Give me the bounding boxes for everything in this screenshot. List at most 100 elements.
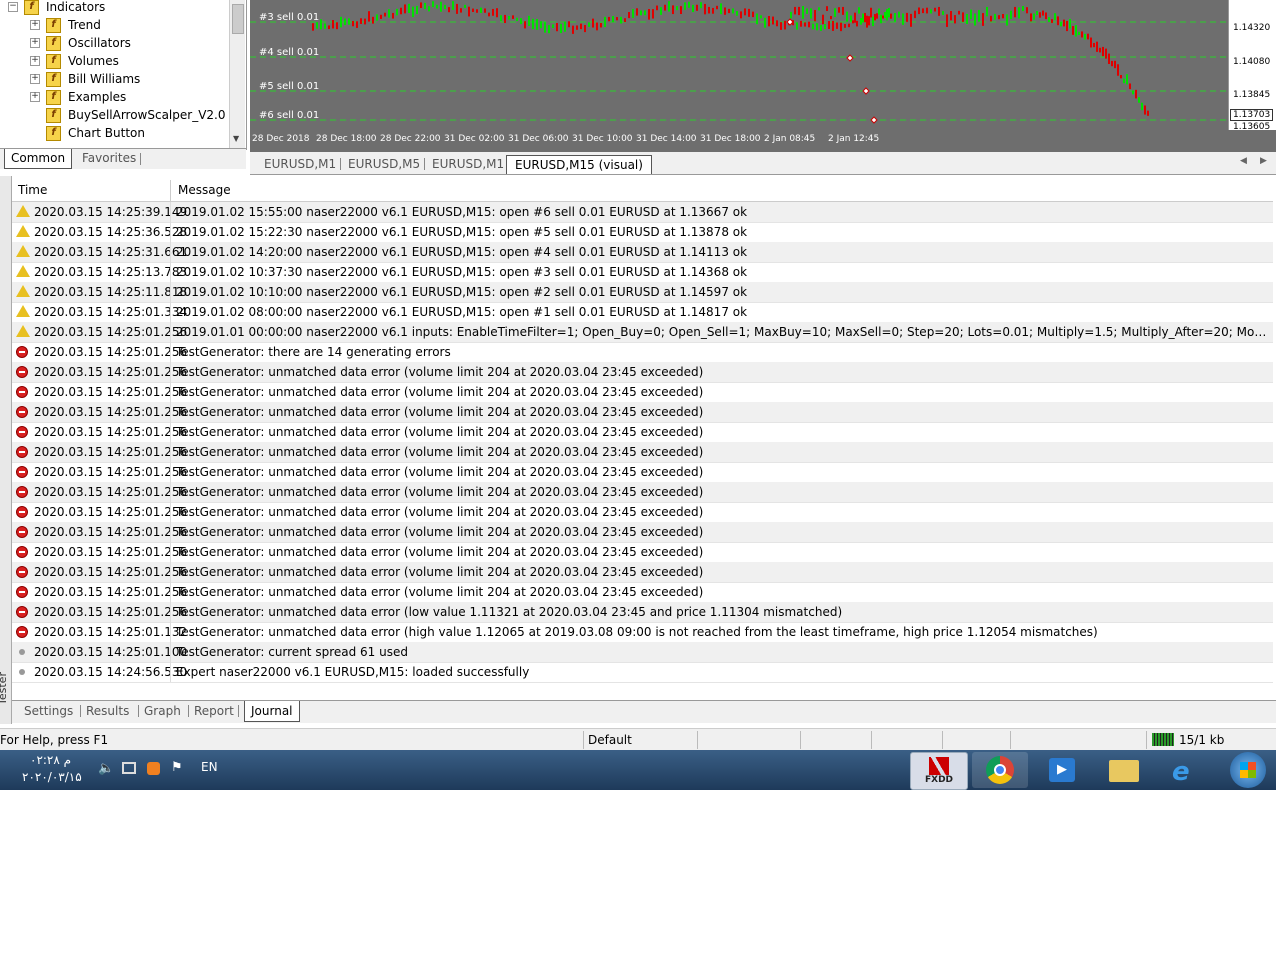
- journal-row[interactable]: 2020.03.15 14:25:01.256 TestGenerator: un…: [12, 542, 1273, 563]
- journal-row[interactable]: 2020.03.15 14:25:39.149 2019.01.02 15:55:…: [12, 202, 1273, 223]
- column-header-message[interactable]: Message: [178, 180, 231, 201]
- expand-plus-icon[interactable]: +: [30, 92, 40, 102]
- tab-favorites[interactable]: Favorites: [76, 149, 142, 168]
- chart-tab[interactable]: EURUSD,M5: [348, 155, 420, 173]
- candle: [632, 9, 634, 18]
- journal-row[interactable]: 2020.03.15 14:25:01.256 TestGenerator: un…: [12, 502, 1273, 523]
- taskbar-media-player-button[interactable]: ▶: [1034, 752, 1090, 788]
- candle: [648, 9, 650, 20]
- journal-row[interactable]: 2020.03.15 14:25:01.256 TestGenerator: un…: [12, 422, 1273, 443]
- language-indicator[interactable]: EN: [201, 760, 218, 774]
- chart-tabs-scroll-right-icon[interactable]: ▶: [1260, 156, 1267, 166]
- journal-row[interactable]: 2020.03.15 14:25:01.256 TestGenerator: un…: [12, 482, 1273, 503]
- expand-plus-icon[interactable]: +: [30, 56, 40, 66]
- candle: [866, 15, 868, 28]
- journal-message: TestGenerator: unmatched data error (vol…: [176, 565, 704, 579]
- journal-row[interactable]: 2020.03.15 14:25:01.256 TestGenerator: un…: [12, 582, 1273, 603]
- chart-tabs-scroll-left-icon[interactable]: ◀: [1240, 156, 1247, 166]
- journal-row[interactable]: 2020.03.15 14:25:01.256 TestGenerator: un…: [12, 462, 1273, 483]
- journal-row[interactable]: 2020.03.15 14:25:01.256 TestGenerator: un…: [12, 382, 1273, 403]
- journal-row[interactable]: 2020.03.15 14:25:01.334 2019.01.02 08:00:…: [12, 302, 1273, 323]
- taskbar-explorer-button[interactable]: [1096, 752, 1152, 788]
- time-label: 2 Jan 12:45: [828, 134, 880, 144]
- chart-tab[interactable]: EURUSD,M1: [432, 155, 504, 173]
- volume-icon[interactable]: 🔈: [98, 761, 114, 776]
- column-divider: [170, 362, 171, 382]
- error-icon: [16, 506, 28, 518]
- candle: [644, 10, 646, 16]
- action-center-flag-icon[interactable]: ⚑: [171, 760, 183, 775]
- scroll-thumb[interactable]: [232, 4, 244, 34]
- candle: [838, 7, 840, 13]
- navigator-item[interactable]: − f Indicators: [0, 0, 228, 16]
- candle: [854, 12, 856, 23]
- journal-row[interactable]: 2020.03.15 14:25:01.256 TestGenerator: un…: [12, 362, 1273, 383]
- navigator-item[interactable]: f BuySellArrowScalper_V2.0: [0, 106, 228, 124]
- error-icon: [16, 606, 28, 618]
- taskbar-ie-button[interactable]: e: [1158, 752, 1214, 788]
- taskbar-fxdd-button[interactable]: FXDD: [910, 752, 968, 790]
- navigator-item[interactable]: f Chart Button: [0, 124, 228, 142]
- status-profile[interactable]: Default: [588, 729, 632, 751]
- journal-row[interactable]: 2020.03.15 14:24:56.530 Expert naser22000…: [12, 662, 1273, 683]
- journal-row[interactable]: 2020.03.15 14:25:01.100 TestGenerator: cu…: [12, 642, 1273, 663]
- scroll-down-arrow-icon[interactable]: ▼: [233, 134, 239, 143]
- tester-tab-results[interactable]: Results: [86, 701, 129, 721]
- candle: [1018, 7, 1020, 19]
- journal-row[interactable]: 2020.03.15 14:25:01.256 TestGenerator: th…: [12, 342, 1273, 363]
- start-button[interactable]: [1230, 752, 1266, 788]
- collapse-minus-icon[interactable]: −: [8, 2, 18, 12]
- journal-time: 2020.03.15 14:25:01.256: [34, 385, 188, 399]
- chart-tab[interactable]: EURUSD,M1: [264, 155, 336, 173]
- candle: [780, 22, 782, 30]
- journal-row[interactable]: 2020.03.15 14:25:01.132 TestGenerator: un…: [12, 622, 1273, 643]
- candle: [564, 21, 566, 32]
- candle: [884, 12, 886, 19]
- column-divider[interactable]: [170, 180, 171, 201]
- candle: [878, 8, 880, 15]
- navigator-item[interactable]: + f Trend: [0, 16, 228, 34]
- candle: [894, 13, 896, 22]
- candle: [388, 9, 390, 18]
- tester-tab-report[interactable]: Report: [194, 701, 234, 721]
- navigator-scrollbar[interactable]: ▼: [229, 0, 245, 148]
- tester-tab-graph[interactable]: Graph: [144, 701, 181, 721]
- journal-row[interactable]: 2020.03.15 14:25:01.256 TestGenerator: un…: [12, 562, 1273, 583]
- journal-row[interactable]: 2020.03.15 14:25:13.783 2019.01.02 10:37:…: [12, 262, 1273, 283]
- taskbar-clock-date[interactable]: ۲۰۲۰/۰۳/۱۵: [22, 770, 82, 784]
- taskbar-clock-time[interactable]: ۰۲:۲۸ م: [30, 753, 71, 767]
- chart-tab[interactable]: EURUSD,M15 (visual): [506, 155, 652, 174]
- navigator-item[interactable]: + f Bill Williams: [0, 70, 228, 88]
- tray-app-icon[interactable]: [147, 762, 160, 775]
- taskbar-chrome-button[interactable]: [972, 752, 1028, 788]
- journal-row[interactable]: 2020.03.15 14:25:01.256 TestGenerator: un…: [12, 442, 1273, 463]
- chrome-icon: [986, 756, 1014, 784]
- journal-message: 2019.01.02 14:20:00 naser22000 v6.1 EURU…: [176, 245, 748, 259]
- journal-row[interactable]: 2020.03.15 14:25:01.256 TestGenerator: un…: [12, 602, 1273, 623]
- price-chart[interactable]: #3 sell 0.01 #4 sell 0.01 #5 sell 0.01 #6 s…: [250, 0, 1228, 130]
- expand-plus-icon[interactable]: +: [30, 20, 40, 30]
- tester-tab-settings[interactable]: Settings: [24, 701, 73, 721]
- journal-row[interactable]: 2020.03.15 14:25:36.528 2019.01.02 15:22:…: [12, 222, 1273, 243]
- expand-plus-icon[interactable]: +: [30, 38, 40, 48]
- windows-logo-icon: [1240, 762, 1256, 778]
- tester-tab-journal[interactable]: Journal: [244, 701, 300, 722]
- journal-row[interactable]: 2020.03.15 14:25:31.661 2019.01.02 14:20:…: [12, 242, 1273, 263]
- candle: [1081, 31, 1083, 38]
- tab-common[interactable]: Common: [4, 149, 73, 169]
- candle: [612, 16, 614, 23]
- candle: [544, 22, 546, 33]
- network-icon[interactable]: [122, 762, 136, 774]
- journal-row[interactable]: 2020.03.15 14:25:01.256 2019.01.01 00:00:…: [12, 322, 1273, 343]
- candle: [556, 23, 558, 32]
- journal-row[interactable]: 2020.03.15 14:25:01.256 TestGenerator: un…: [12, 522, 1273, 543]
- navigator-item[interactable]: + f Oscillators: [0, 34, 228, 52]
- journal-row[interactable]: 2020.03.15 14:25:01.256 TestGenerator: un…: [12, 402, 1273, 423]
- journal-row[interactable]: 2020.03.15 14:25:11.818 2019.01.02 10:10:…: [12, 282, 1273, 303]
- navigator-item[interactable]: + f Examples: [0, 88, 228, 106]
- candle: [930, 9, 932, 14]
- expand-plus-icon[interactable]: +: [30, 74, 40, 84]
- tester-label: Tester: [0, 672, 9, 705]
- navigator-item[interactable]: + f Volumes: [0, 52, 228, 70]
- column-header-time[interactable]: Time: [18, 180, 47, 201]
